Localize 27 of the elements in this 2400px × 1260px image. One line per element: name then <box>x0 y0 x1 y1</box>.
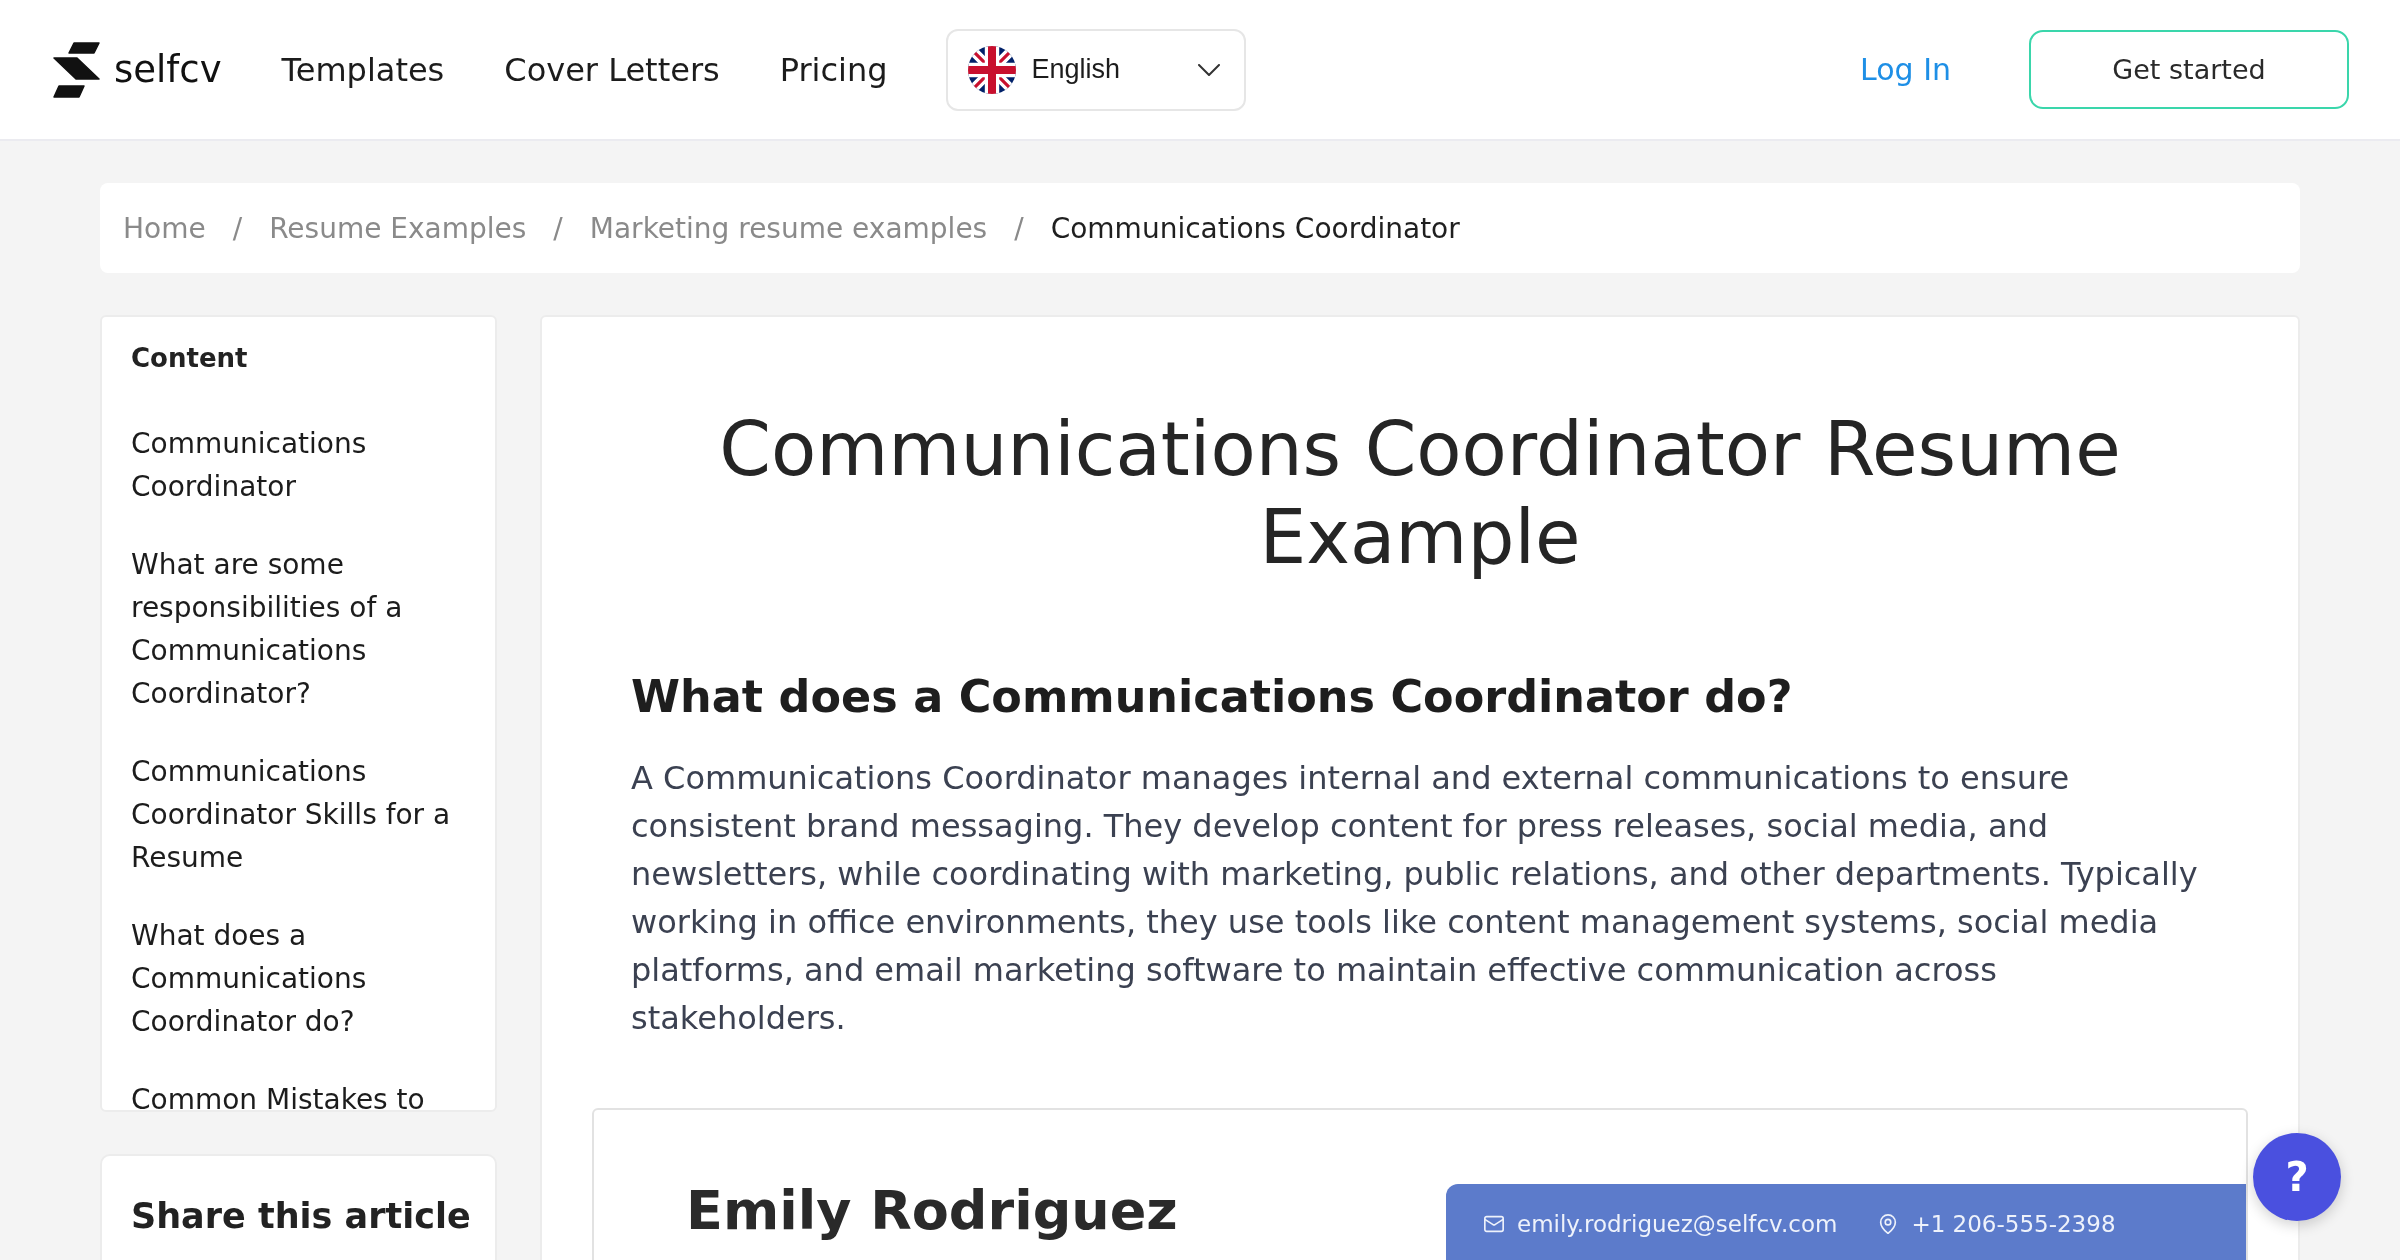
article-paragraph: A Communications Coordinator manages internal and external communications to ensure consistent brand messaging. They develop content for press releases, social media, and newsletters, while coordinating with marketing, public relations, and other departments. Typically working in office environments, they use tools like content management systems, social media platforms, and email marketing software to maintain effective communication across stakeholders. <box>631 758 2199 1039</box>
chevron-down-icon <box>1197 63 1220 76</box>
toc-link[interactable]: What does a Communications Coordinator do? <box>131 914 475 1043</box>
breadcrumb-separator: / <box>553 211 563 245</box>
toc-link[interactable]: Communications Coordinator <box>131 422 475 508</box>
article-title: Communications Coordinator Resume Example <box>718 405 2122 581</box>
toc-title: Content <box>131 342 249 375</box>
contact-email: emily.rodriguez@selfcv.com <box>1517 1210 1838 1238</box>
current-page-label: Communications Coordinator <box>1050 211 1460 245</box>
breadcrumb-separator: / <box>232 211 243 245</box>
toc-link[interactable]: Communications Coordinator Skills for a Resume <box>131 750 475 879</box>
resume-name: Emily Rodriguez <box>686 1180 1178 1242</box>
nav-link[interactable]: Templates <box>281 50 445 89</box>
toc-link[interactable]: Common Mistakes to <box>131 1078 475 1110</box>
help-button[interactable]: ? <box>2253 1133 2341 1221</box>
nav-link[interactable]: Pricing <box>779 50 888 89</box>
logo[interactable]: selfcv <box>53 41 222 98</box>
contact-phone: +1 206-555-2398 <box>1911 1210 2116 1238</box>
breadcrumb-separator: / <box>1014 211 1024 245</box>
logo-icon <box>53 41 100 98</box>
toc-link[interactable]: What are some responsibilities of a Communications Coordinator? <box>131 543 475 715</box>
get-started-button[interactable]: Get started <box>2029 30 2349 109</box>
mail-icon <box>1483 1213 1505 1235</box>
language-dropdown[interactable]: English <box>945 28 1246 111</box>
share-title: Share this article <box>131 1195 472 1238</box>
section-heading: What does a Communications Coordinator do? <box>631 670 1794 724</box>
nav-link[interactable]: Cover Letters <box>504 50 720 89</box>
